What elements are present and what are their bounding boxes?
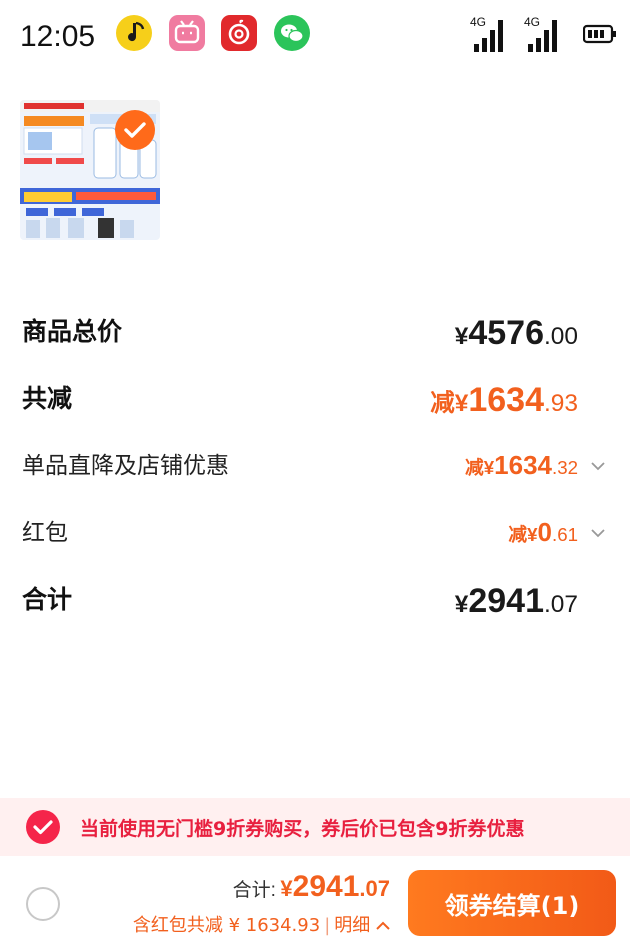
signal-2-label: 4G xyxy=(524,15,540,29)
bottom-total-integer: 2941 xyxy=(292,870,360,903)
red-packet-value: 减¥0.61 xyxy=(508,517,578,548)
bottom-discount-text: 含红包共减 ¥ 1634.93 xyxy=(132,915,321,936)
total-discount-row: 共减 减¥1634.93 xyxy=(0,379,630,429)
total-discount-label: 共减 xyxy=(22,384,73,413)
coupon-notice-text: 当前使用无门槛9折券购买，券后价已包含9折券优惠 xyxy=(80,818,525,840)
detail-link[interactable]: 明细 xyxy=(334,915,390,936)
chevron-up-icon[interactable] xyxy=(376,921,390,931)
select-all-checkbox[interactable] xyxy=(26,887,60,921)
total-discount-value: 减¥1634.93 xyxy=(430,381,578,420)
coupon-notice-bar: 当前使用无门槛9折券购买，券后价已包含9折券优惠 xyxy=(0,798,630,856)
subtotal-row: 商品总价 ¥4576.00 xyxy=(0,312,630,362)
store-discount-currency: ¥ xyxy=(483,457,495,478)
subtotal-value: ¥4576.00 xyxy=(455,314,578,353)
bottom-total: 合计: ¥2941.07 xyxy=(233,870,390,904)
chevron-down-icon[interactable] xyxy=(590,458,606,474)
total-discount-integer: 1634 xyxy=(468,381,544,419)
red-packet-decimal: .61 xyxy=(552,524,578,545)
total-discount-prefix: 减 xyxy=(430,390,455,417)
store-discount-row[interactable]: 单品直降及店铺优惠 减¥1634.32 xyxy=(0,446,630,496)
bottom-discount-separator: | xyxy=(324,915,331,936)
product-selected-check-icon[interactable] xyxy=(115,110,155,150)
total-value: ¥2941.07 xyxy=(455,582,578,621)
red-packet-label: 红包 xyxy=(22,520,68,546)
red-packet-prefix: 减 xyxy=(508,524,528,545)
subtotal-currency: ¥ xyxy=(454,323,469,350)
signal-4g-icon: 4G xyxy=(470,14,510,54)
status-time: 12:05 xyxy=(20,20,96,53)
bottom-total-currency: ¥ xyxy=(280,876,293,901)
wechat-app-icon xyxy=(274,15,310,51)
store-discount-decimal: .32 xyxy=(552,457,578,478)
subtotal-label: 商品总价 xyxy=(22,317,123,346)
chevron-down-icon[interactable] xyxy=(590,525,606,541)
bottom-total-label: 合计: xyxy=(232,880,276,901)
total-discount-decimal: .93 xyxy=(543,390,578,417)
music-app-icon xyxy=(116,15,152,51)
total-decimal: .07 xyxy=(543,591,578,618)
signal-1-label: 4G xyxy=(470,15,486,29)
store-discount-integer: 1634 xyxy=(494,450,552,480)
total-integer: 2941 xyxy=(468,582,544,620)
red-packet-integer: 0 xyxy=(537,517,552,547)
total-discount-currency: ¥ xyxy=(454,390,469,417)
total-row: 合计 ¥2941.07 xyxy=(0,580,630,630)
netease-music-app-icon xyxy=(221,15,257,51)
detail-label[interactable]: 明细 xyxy=(334,915,370,936)
bottom-total-decimal: .07 xyxy=(359,876,390,901)
red-packet-row[interactable]: 红包 减¥0.61 xyxy=(0,513,630,563)
status-bar: 12:05 4G 4G xyxy=(0,0,630,76)
subtotal-decimal: .00 xyxy=(543,323,578,350)
checkout-bar: 合计: ¥2941.07 含红包共减 ¥ 1634.93 | 明细 领券结算(1) xyxy=(0,856,630,943)
store-discount-prefix: 减 xyxy=(465,457,484,478)
store-discount-label: 单品直降及店铺优惠 xyxy=(22,453,229,479)
total-label: 合计 xyxy=(22,585,73,614)
store-discount-value: 减¥1634.32 xyxy=(465,450,578,481)
battery-icon xyxy=(582,24,617,44)
red-packet-currency: ¥ xyxy=(527,524,538,545)
coupon-check-icon[interactable] xyxy=(26,810,60,844)
subtotal-integer: 4576 xyxy=(468,314,544,352)
bottom-discount-line: 含红包共减 ¥ 1634.93 | 明细 xyxy=(133,911,390,937)
checkout-button[interactable]: 领券结算(1) xyxy=(408,870,616,936)
bottom-total-amount: ¥2941.07 xyxy=(280,870,390,903)
total-currency: ¥ xyxy=(454,591,469,618)
signal-4g-icon: 4G xyxy=(524,14,564,54)
bilibili-app-icon xyxy=(169,15,205,51)
